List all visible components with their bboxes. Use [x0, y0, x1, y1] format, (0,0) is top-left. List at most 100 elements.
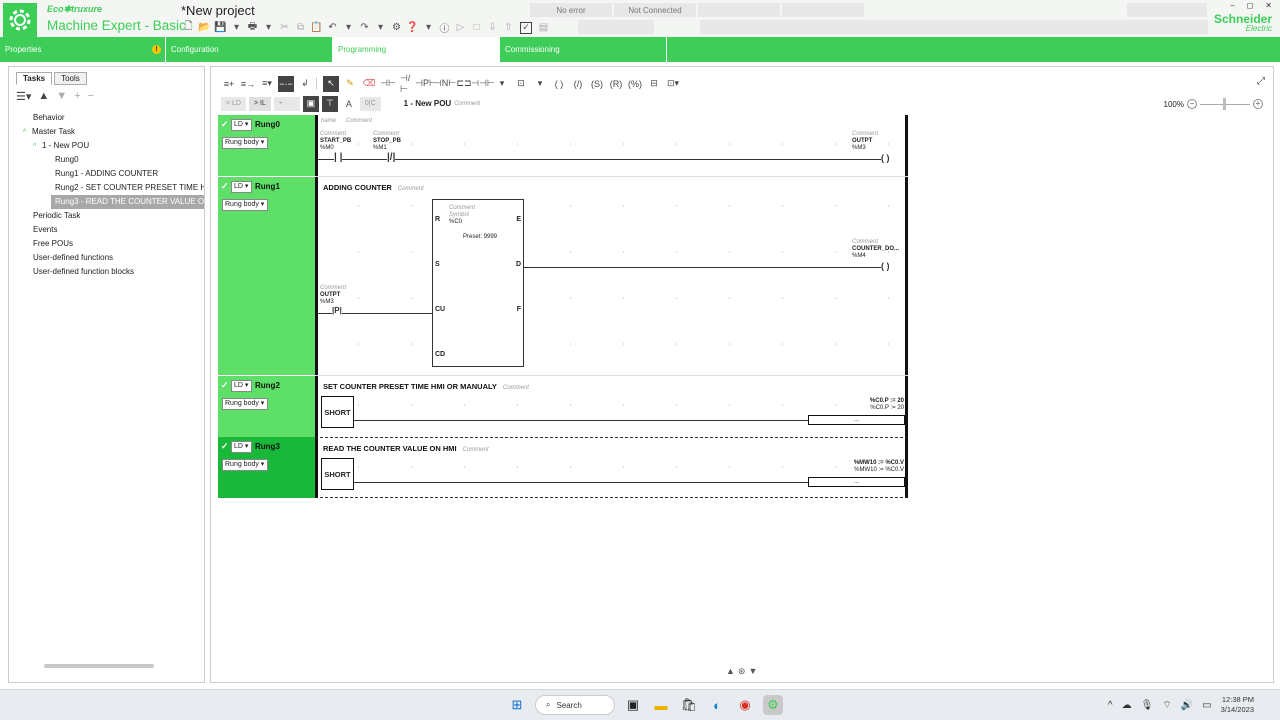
rung-comment[interactable]: Comment	[398, 186, 424, 192]
eraser-tool-icon[interactable]: ⌫	[361, 76, 377, 92]
zoom-out-icon[interactable]: −	[1187, 99, 1197, 109]
remove-icon[interactable]: −	[88, 90, 94, 103]
negated-coil-icon[interactable]: (/)	[570, 76, 586, 92]
edge-icon[interactable]: ◐	[707, 695, 727, 715]
file-explorer-icon[interactable]: ▬	[651, 695, 671, 715]
wifi-icon[interactable]: ⌔	[1162, 699, 1171, 712]
line-mode-icon[interactable]: −·−	[278, 75, 294, 92]
tab-properties[interactable]: Properties !	[0, 37, 166, 62]
tree-item-user-functions[interactable]: User-defined functions	[9, 251, 204, 265]
section-select[interactable]: Rung body ▾	[222, 137, 268, 149]
upload-icon[interactable]: ⇧	[501, 20, 516, 35]
chevron-down-icon[interactable]: ▾	[532, 76, 548, 92]
rung-3[interactable]: ✓ LD ▾ Rung3 Rung body ▾ READ THE COUNTE…	[218, 437, 908, 498]
scroll-down-icon[interactable]: ▼	[748, 666, 760, 676]
language-select[interactable]: LD ▾	[231, 441, 252, 453]
set-coil-icon[interactable]: (S)	[589, 76, 605, 92]
tree-item-events[interactable]: Events	[9, 223, 204, 237]
caret-up-icon[interactable]: ^	[23, 126, 32, 139]
no-contact-start-pb[interactable]: | |	[334, 152, 343, 163]
close-icon[interactable]: ✕	[1265, 1, 1272, 10]
chevron-down-icon[interactable]: ▾	[373, 20, 388, 35]
task-view-icon[interactable]: ▣	[623, 695, 643, 715]
nc-contact-icon[interactable]: ⊣/⊢	[399, 73, 415, 94]
symbol-toggle-icon[interactable]: ⊤	[321, 95, 338, 112]
new-file-icon[interactable]: 🗋	[181, 20, 196, 35]
tree-item-rung1[interactable]: Rung1 - ADDING COUNTER	[9, 167, 204, 181]
parallel-contact-icon[interactable]: ⊣⊣⊢	[471, 76, 495, 92]
run-icon[interactable]: ▷	[453, 20, 468, 35]
coil-counter-done[interactable]: ( )	[881, 261, 890, 271]
rung-body-selected[interactable]: READ THE COUNTER VALUE ON HMI Comment SHO…	[315, 437, 908, 498]
info-icon[interactable]: ⓘ	[437, 20, 452, 35]
short-block[interactable]: SHORT	[321, 396, 354, 428]
chrome-icon[interactable]: ◉	[735, 695, 755, 715]
section-select[interactable]: Rung body ▾	[222, 398, 268, 410]
tree-item-pou[interactable]: ^ 1 - New POU	[9, 139, 204, 153]
tab-tasks[interactable]: Tasks	[16, 72, 53, 85]
chevron-up-icon[interactable]: ^	[1108, 700, 1113, 711]
rising-edge-icon[interactable]: ⊣P⊢	[415, 76, 437, 92]
move-down-icon[interactable]: ▼	[56, 90, 67, 103]
cloud-icon[interactable]: ☁	[1122, 700, 1132, 711]
store-icon[interactable]: 🛍	[679, 695, 699, 715]
save-icon[interactable]: 💾	[213, 20, 228, 35]
tab-configuration[interactable]: Configuration	[166, 37, 333, 62]
stop-icon[interactable]: □	[469, 20, 484, 35]
rung-comment[interactable]: Comment	[463, 447, 489, 453]
falling-edge-icon[interactable]: ⊣N⊢	[434, 76, 456, 92]
help-icon[interactable]: ❓	[405, 20, 420, 35]
zoom-in-icon[interactable]: +	[1253, 99, 1263, 109]
rung-2[interactable]: ✓ LD ▾ Rung2 Rung body ▾ SET COUNTER PRE…	[218, 376, 908, 437]
machine-expert-icon[interactable]: ⚙	[763, 695, 783, 715]
insert-rung-icon[interactable]: ≡+	[221, 76, 237, 92]
counter-block[interactable]: Comment Symbol %C0 Preset: 9999 R S CU C…	[432, 199, 524, 367]
zoom-slider[interactable]	[1200, 97, 1250, 110]
chevron-down-icon[interactable]: ▾	[229, 20, 244, 35]
list-menu-icon[interactable]: ☰▾	[16, 90, 31, 103]
comment-toggle-icon[interactable]: ▣	[302, 95, 319, 112]
maximize-icon[interactable]: ◻	[1247, 1, 1254, 10]
copy-icon[interactable]: ⧉	[293, 20, 308, 35]
open-folder-icon[interactable]: 📂	[197, 20, 212, 35]
rung-comment[interactable]: Comment	[346, 118, 372, 125]
add-button[interactable]: +	[273, 96, 300, 111]
print-icon[interactable]: 🖶	[245, 20, 260, 35]
target-select[interactable]	[578, 20, 654, 34]
redo-icon[interactable]: ↷	[357, 20, 372, 35]
tree-item-periodic-task[interactable]: Periodic Task	[9, 209, 204, 223]
clock[interactable]: 12:38 PM 3/14/2023	[1221, 695, 1254, 715]
scroll-up-icon[interactable]: ▲	[726, 666, 738, 676]
windows-start-icon[interactable]: ⊞	[507, 695, 527, 715]
navigate-icon[interactable]: ⊛	[738, 666, 749, 676]
section-select[interactable]: Rung body ▾	[222, 459, 268, 471]
expand-icon[interactable]: ⤢	[1257, 76, 1265, 87]
pencil-tool-icon[interactable]: ✎	[342, 76, 358, 92]
microphone-icon[interactable]: 🎙	[1141, 700, 1154, 711]
operation-block[interactable]: ...	[808, 415, 905, 425]
rung-body[interactable]: ADDING COUNTER Comment Comment Symbol %C0…	[315, 177, 908, 375]
tree-item-user-function-blocks[interactable]: User-defined function blocks	[9, 265, 204, 279]
font-size-icon[interactable]: A	[341, 96, 357, 112]
tree-item-behavior[interactable]: Behavior	[9, 111, 204, 125]
convert-ld-button[interactable]: > LD	[221, 96, 246, 111]
volume-icon[interactable]: 🔊	[1181, 700, 1193, 711]
language-select[interactable]: LD ▾	[231, 380, 252, 392]
chevron-down-icon[interactable]: ▾	[421, 20, 436, 35]
block-menu-icon[interactable]: ⊡▾	[665, 76, 681, 92]
function-block-icon[interactable]: ⊡	[513, 76, 529, 92]
tree-item-master-task[interactable]: ^ Master Task	[9, 125, 204, 139]
pou-comment[interactable]: Comment	[454, 101, 480, 107]
cut-icon[interactable]: ✂	[277, 20, 292, 35]
language-select[interactable]: LD ▾	[231, 181, 252, 193]
settings-icon[interactable]: ⚙	[389, 20, 404, 35]
rung-comment[interactable]: Comment	[503, 385, 529, 391]
rung-0[interactable]: ✓ LD ▾ Rung0 Rung body ▾ name Comment Co…	[218, 115, 908, 176]
document-icon[interactable]: ▤	[536, 20, 551, 35]
language-select[interactable]: LD ▾	[231, 119, 252, 131]
caret-up-icon[interactable]: ^	[33, 140, 42, 153]
operation-block[interactable]: ...	[808, 477, 905, 487]
rung-1[interactable]: ✓ LD ▾ Rung1 Rung body ▾ ADDING COUNTER C…	[218, 177, 908, 375]
no-contact-icon[interactable]: ⊣⊢	[380, 76, 396, 92]
chevron-down-icon[interactable]: ▾	[261, 20, 276, 35]
